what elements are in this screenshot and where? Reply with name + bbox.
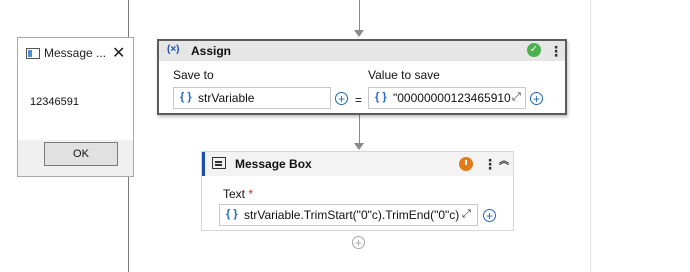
window-icon [26, 48, 40, 59]
required-marker: * [248, 187, 254, 201]
save-to-field[interactable]: { } strVariable [173, 87, 331, 109]
expand-icon[interactable]: ⤢ [462, 208, 471, 221]
assign-activity[interactable]: (×) Assign ✓ ⋮ Save to Value to save { }… [157, 39, 567, 115]
close-icon[interactable]: ✕ [112, 43, 125, 63]
save-to-label: Save to [173, 68, 214, 82]
message-box-icon [212, 157, 226, 169]
text-label-text: Text [223, 187, 246, 201]
message-dialog-title: Message ... [44, 46, 107, 60]
message-box-title: Message Box [235, 157, 312, 171]
assign-title: Assign [191, 44, 232, 58]
value-to-save-plus-icon[interactable]: + [530, 92, 543, 105]
text-field-plus-icon[interactable]: + [483, 209, 496, 222]
assign-icon: (×) [167, 44, 180, 55]
check-icon: ✓ [527, 43, 541, 57]
more-options-icon[interactable]: ⋮ [483, 157, 497, 171]
connector-line-middle [359, 115, 360, 143]
text-label: Text * [223, 187, 253, 201]
save-to-value: strVariable [198, 91, 255, 105]
expand-icon[interactable]: ⤢ [512, 91, 521, 104]
connector-arrow-middle [354, 143, 364, 150]
assign-header[interactable]: (×) Assign ✓ ⋮ [159, 41, 565, 61]
save-to-plus-icon[interactable]: + [335, 92, 348, 105]
expression-braces-icon: { } [180, 91, 192, 103]
message-dialog-titlebar[interactable]: Message ... ✕ [18, 38, 133, 68]
text-field-value: strVariable.TrimStart("0"c).TrimEnd("0"c… [244, 208, 460, 222]
text-field[interactable]: { } strVariable.TrimStart("0"c).TrimEnd(… [219, 204, 478, 226]
value-to-save-value: "000000001234659100 [393, 91, 511, 105]
ok-button[interactable]: OK [44, 142, 118, 166]
equals-sign: = [355, 93, 363, 107]
message-dialog: Message ... ✕ 12346591 OK [17, 37, 134, 177]
message-text: 12346591 [30, 96, 79, 108]
more-options-icon[interactable]: ⋮ [549, 44, 563, 58]
message-box-header[interactable]: Message Box ⋮ ︽ [202, 152, 513, 176]
message-dialog-body: 12346591 [18, 68, 133, 140]
add-activity-icon[interactable]: + [352, 236, 365, 249]
expression-braces-icon: { } [375, 91, 387, 103]
collapse-icon[interactable]: ︽ [499, 157, 509, 167]
connector-line-top [359, 0, 360, 30]
message-box-activity[interactable]: Message Box ⋮ ︽ Text * { } strVariable.T… [201, 151, 514, 231]
connector-arrow-top [354, 30, 364, 37]
canvas-right-border [590, 0, 591, 272]
clock-icon [459, 157, 473, 171]
value-to-save-label: Value to save [368, 68, 440, 82]
expression-braces-icon: { } [226, 208, 238, 220]
selection-accent [202, 152, 205, 176]
value-to-save-field[interactable]: { } "000000001234659100 ⤢ [368, 87, 526, 109]
